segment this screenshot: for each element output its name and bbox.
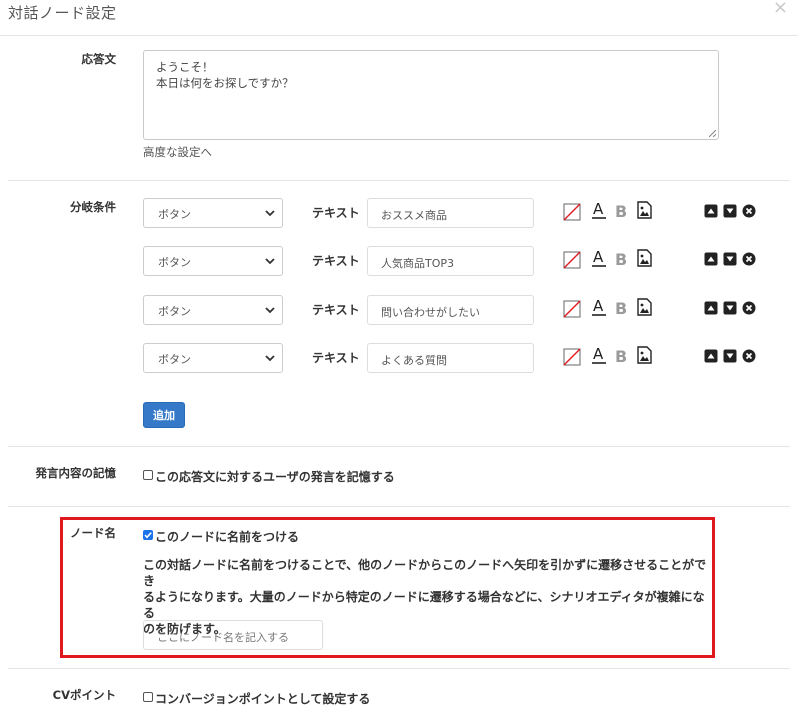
divider	[8, 506, 790, 507]
response-text-line: 本日は何をお探しですか？	[156, 76, 294, 90]
dialog-header: 対話ノード設定 ×	[0, 0, 798, 36]
move-down-icon[interactable]	[723, 349, 737, 363]
branch-text-input[interactable]: よくある質問	[367, 343, 534, 373]
delete-icon[interactable]	[742, 204, 756, 218]
branch-type-select[interactable]: ボタン	[143, 198, 283, 228]
node-name-input[interactable]: ここにノード名を記入する	[143, 620, 323, 650]
svg-text:A: A	[593, 346, 604, 363]
branch-type-value: ボタン	[158, 256, 191, 269]
svg-text:B: B	[615, 347, 627, 366]
description-line: この対話ノードに名前をつけることで、他のノードからこのノードへ矢印を引かずに遷移…	[143, 558, 707, 588]
branch-type-value: ボタン	[158, 208, 191, 221]
branch-text-label: テキスト	[312, 351, 360, 365]
dialog-title: 対話ノード設定	[8, 4, 117, 22]
move-up-icon[interactable]	[704, 301, 718, 315]
delete-icon[interactable]	[742, 301, 756, 315]
chevron-down-icon	[265, 355, 275, 362]
svg-text:A: A	[593, 201, 604, 218]
no-color-icon[interactable]	[563, 251, 581, 269]
svg-text:B: B	[615, 250, 627, 269]
chevron-down-icon	[265, 258, 275, 265]
cv-label: CVポイント	[52, 688, 116, 702]
node-name-checkbox-label: このノードに名前をつける	[155, 530, 300, 544]
divider	[8, 668, 790, 669]
branch-text-label: テキスト	[312, 303, 360, 317]
move-down-icon[interactable]	[723, 301, 737, 315]
cv-checkbox-label: コンバージョンポイントとして設定する	[155, 692, 371, 706]
font-color-icon[interactable]: A	[592, 346, 606, 366]
move-up-icon[interactable]	[704, 349, 718, 363]
memory-checkbox-label: この応答文に対するユーザの発言を記憶する	[155, 470, 395, 484]
image-icon[interactable]	[637, 201, 652, 219]
font-color-icon[interactable]: A	[592, 298, 606, 318]
chevron-down-icon	[265, 307, 275, 314]
font-color-icon[interactable]: A	[592, 249, 606, 269]
memory-checkbox[interactable]	[143, 470, 153, 480]
bold-icon[interactable]: B	[614, 346, 628, 366]
response-label: 応答文	[81, 52, 117, 66]
divider	[8, 180, 790, 181]
response-text-line: ようこそ！	[156, 60, 214, 74]
close-icon[interactable]: ×	[773, 0, 788, 18]
advanced-settings-link[interactable]: 高度な設定へ	[143, 144, 212, 160]
branch-text-label: テキスト	[312, 254, 360, 268]
move-down-icon[interactable]	[723, 252, 737, 266]
bold-icon[interactable]: B	[614, 201, 628, 221]
chevron-down-icon	[265, 210, 275, 217]
description-line: るようになります。大量のノードから特定のノードに遷移する場合などに、シナリオエデ…	[143, 590, 705, 620]
no-color-icon[interactable]	[563, 300, 581, 318]
delete-icon[interactable]	[742, 252, 756, 266]
no-color-icon[interactable]	[563, 348, 581, 366]
image-icon[interactable]	[637, 249, 652, 267]
add-branch-button[interactable]: 追加	[143, 402, 185, 428]
svg-text:B: B	[615, 202, 627, 221]
branch-text-input[interactable]: 人気商品TOP3	[367, 246, 534, 276]
cv-checkbox[interactable]	[143, 692, 153, 702]
node-name-checkbox[interactable]	[143, 530, 153, 540]
bold-icon[interactable]: B	[614, 298, 628, 318]
branch-text-input[interactable]: 問い合わせがしたい	[367, 295, 534, 325]
bold-icon[interactable]: B	[614, 249, 628, 269]
image-icon[interactable]	[637, 298, 652, 316]
branch-text-label: テキスト	[312, 206, 360, 220]
move-down-icon[interactable]	[723, 204, 737, 218]
branch-text-input[interactable]: おススメ商品	[367, 198, 534, 228]
node-name-label: ノード名	[70, 526, 116, 540]
resize-handle-icon[interactable]	[709, 130, 716, 137]
delete-icon[interactable]	[742, 349, 756, 363]
svg-text:B: B	[615, 299, 627, 318]
branch-type-value: ボタン	[158, 305, 191, 318]
divider	[8, 446, 790, 447]
no-color-icon[interactable]	[563, 203, 581, 221]
memory-label: 発言内容の記憶	[35, 466, 117, 480]
move-up-icon[interactable]	[704, 204, 718, 218]
branch-label: 分岐条件	[70, 200, 116, 214]
move-up-icon[interactable]	[704, 252, 718, 266]
branch-type-select[interactable]: ボタン	[143, 246, 283, 276]
branch-type-value: ボタン	[158, 353, 191, 366]
svg-text:A: A	[593, 298, 604, 315]
branch-type-select[interactable]: ボタン	[143, 343, 283, 373]
image-icon[interactable]	[637, 346, 652, 364]
font-color-icon[interactable]: A	[592, 201, 606, 221]
response-textarea[interactable]: ようこそ！ 本日は何をお探しですか？	[143, 50, 719, 140]
svg-text:A: A	[593, 249, 604, 266]
branch-type-select[interactable]: ボタン	[143, 295, 283, 325]
